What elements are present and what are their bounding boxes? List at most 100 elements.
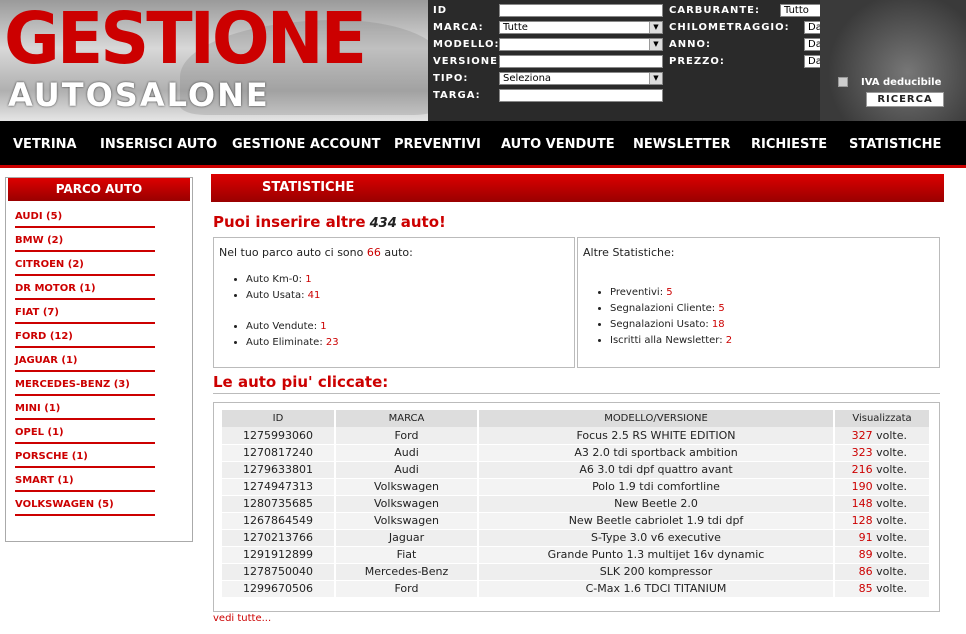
views-count: 128 <box>851 514 873 527</box>
sidebar-item-smart[interactable]: SMART (1) <box>15 470 155 492</box>
segn-cliente-label: Segnalazioni Cliente: <box>610 303 716 314</box>
marca-select-value: Tutte <box>503 22 528 33</box>
views-suffix: volte. <box>876 582 907 595</box>
table-row[interactable]: 1291912899 Fiat Grande Punto 1.3 multijet … <box>222 546 931 564</box>
km0-value: 1 <box>305 274 312 285</box>
table-row[interactable]: 1299670506 Ford C-Max 1.6 TDCI TITANIUM 85 … <box>222 580 931 598</box>
targa-label: TARGA: <box>433 90 481 101</box>
eliminate-value: 23 <box>325 337 339 348</box>
cell-views: 190 volte. <box>834 478 931 496</box>
sidebar-item-jaguar[interactable]: JAGUAR (1) <box>15 350 155 372</box>
versione-label: VERSIONE: <box>433 56 503 67</box>
table-row[interactable]: 1274947313 Volkswagen Polo 1.9 tdi comfort… <box>222 478 931 496</box>
km0-label: Auto Km-0: <box>246 274 303 285</box>
marca-select[interactable]: Tutte ▼ <box>499 21 663 34</box>
sidebar-item-audi[interactable]: AUDI (5) <box>15 206 155 228</box>
table-row[interactable]: 1279633801 Audi A6 3.0 tdi dpf quattro ava… <box>222 461 931 479</box>
table-row[interactable]: 1270817240 Audi A3 2.0 tdi sportback ambit… <box>222 444 931 462</box>
cell-views: 128 volte. <box>834 512 931 530</box>
chevron-down-icon: ▼ <box>649 22 662 33</box>
views-suffix: volte. <box>876 565 907 578</box>
targa-input[interactable] <box>499 89 663 102</box>
views-suffix: volte. <box>876 428 907 442</box>
nav-preventivi[interactable]: PREVENTIVI <box>394 137 481 152</box>
table-row[interactable]: 1275993060 Ford Focus 2.5 RS WHITE EDITION… <box>222 427 931 445</box>
versione-input[interactable] <box>499 55 663 68</box>
nav-inserisci-auto[interactable]: INSERISCI AUTO <box>100 137 217 152</box>
list-item: Segnalazioni Usato: 18 <box>610 317 732 333</box>
vendute-value: 1 <box>320 321 327 332</box>
cell-marca: Volkswagen <box>335 512 479 530</box>
views-count: 85 <box>858 582 873 595</box>
views-count: 190 <box>851 480 873 493</box>
usata-label: Auto Usata: <box>246 290 305 301</box>
logo-area[interactable]: GESTIONE AUTOSALONE <box>0 0 440 121</box>
col-header-marca: MARCA <box>335 410 479 427</box>
prezzo-label: PREZZO: <box>669 56 725 67</box>
chevron-down-icon: ▼ <box>649 39 662 50</box>
cell-marca: Ford <box>335 580 479 598</box>
id-input[interactable] <box>499 4 663 17</box>
main-nav: VETRINA INSERISCI AUTO GESTIONE ACCOUNT … <box>0 121 966 168</box>
sidebar-item-citroen[interactable]: CITROEN (2) <box>15 254 155 276</box>
views-suffix: volte. <box>876 480 907 493</box>
most-clicked-table: ID MARCA MODELLO/VERSIONE Visualizzata 1… <box>222 410 931 598</box>
altre-box: Altre Statistiche: Preventivi: 5 Segnala… <box>577 237 940 368</box>
parco-summary: Nel tuo parco auto ci sono 66 auto: <box>219 246 413 259</box>
col-header-modello: MODELLO/VERSIONE <box>478 410 835 427</box>
nav-statistiche[interactable]: STATISTICHE <box>849 137 941 152</box>
cell-modello: Focus 2.5 RS WHITE EDITION <box>478 427 835 445</box>
cell-marca: Jaguar <box>335 529 479 547</box>
sidebar-item-bmw[interactable]: BMW (2) <box>15 230 155 252</box>
list-item: Auto Usata: 41 <box>246 288 320 304</box>
list-item: Auto Km-0: 1 <box>246 272 320 288</box>
parco-post: auto: <box>384 246 413 259</box>
sidebar-item-fiat[interactable]: FIAT (7) <box>15 302 155 324</box>
views-suffix: volte. <box>876 497 907 510</box>
modello-label: MODELLO: <box>433 39 500 50</box>
table-header-row: ID MARCA MODELLO/VERSIONE Visualizzata <box>222 410 931 427</box>
nav-gestione-account[interactable]: GESTIONE ACCOUNT <box>232 137 380 152</box>
parco-box: Nel tuo parco auto ci sono 66 auto: Auto… <box>213 237 575 368</box>
sidebar-item-ford[interactable]: FORD (12) <box>15 326 155 348</box>
tipo-select[interactable]: Seleziona ▼ <box>499 72 663 85</box>
cell-id: 1280735685 <box>222 495 336 513</box>
cell-views: 91 volte. <box>834 529 931 547</box>
nav-vetrina[interactable]: VETRINA <box>13 137 77 152</box>
search-button[interactable]: RICERCA <box>866 92 944 107</box>
table-row[interactable]: 1267864549 Volkswagen New Beetle cabriolet… <box>222 512 931 530</box>
cell-id: 1275993060 <box>222 427 336 445</box>
col-header-id: ID <box>222 410 336 427</box>
cell-modello: C-Max 1.6 TDCI TITANIUM <box>478 580 835 598</box>
table-row[interactable]: 1270213766 Jaguar S-Type 3.0 v6 executive 9… <box>222 529 931 547</box>
nav-newsletter[interactable]: NEWSLETTER <box>633 137 731 152</box>
nav-richieste[interactable]: RICHIESTE <box>751 137 827 152</box>
modello-select[interactable]: ▼ <box>499 38 663 51</box>
iva-checkbox[interactable] <box>838 77 848 87</box>
altre-list: Preventivi: 5 Segnalazioni Cliente: 5 Se… <box>610 285 732 349</box>
list-item: Auto Vendute: 1 <box>246 319 339 335</box>
cell-views: 89 volte. <box>834 546 931 564</box>
km-label: CHILOMETRAGGIO: <box>669 22 790 33</box>
header: GESTIONE AUTOSALONE ID MARCA: Tutte ▼ MOD… <box>0 0 966 121</box>
vendute-label: Auto Vendute: <box>246 321 318 332</box>
sidebar-item-volkswagen[interactable]: VOLKSWAGEN (5) <box>15 494 155 516</box>
view-all-link[interactable]: vedi tutte... <box>213 613 271 624</box>
cell-modello: New Beetle cabriolet 1.9 tdi dpf <box>478 512 835 530</box>
cell-id: 1278750040 <box>222 563 336 581</box>
cell-views: 216 volte. <box>834 461 931 479</box>
preventivi-value: 5 <box>666 287 673 298</box>
col-header-visualizzata: Visualizzata <box>834 410 931 427</box>
sidebar-item-porsche[interactable]: PORSCHE (1) <box>15 446 155 468</box>
cell-marca: Audi <box>335 444 479 462</box>
sidebar-item-mini[interactable]: MINI (1) <box>15 398 155 420</box>
carburante-select-value: Tutto <box>784 5 809 16</box>
nav-auto-vendute[interactable]: AUTO VENDUTE <box>501 137 615 152</box>
sidebar-item-dr-motor[interactable]: DR MOTOR (1) <box>15 278 155 300</box>
anno-label: ANNO: <box>669 39 711 50</box>
sidebar-item-opel[interactable]: OPEL (1) <box>15 422 155 444</box>
views-suffix: volte. <box>876 531 907 544</box>
sidebar-item-mercedes-benz[interactable]: MERCEDES-BENZ (3) <box>15 374 155 396</box>
table-row[interactable]: 1280735685 Volkswagen New Beetle 2.0 148 vo… <box>222 495 931 513</box>
table-row[interactable]: 1278750040 Mercedes-Benz SLK 200 kompresso… <box>222 563 931 581</box>
